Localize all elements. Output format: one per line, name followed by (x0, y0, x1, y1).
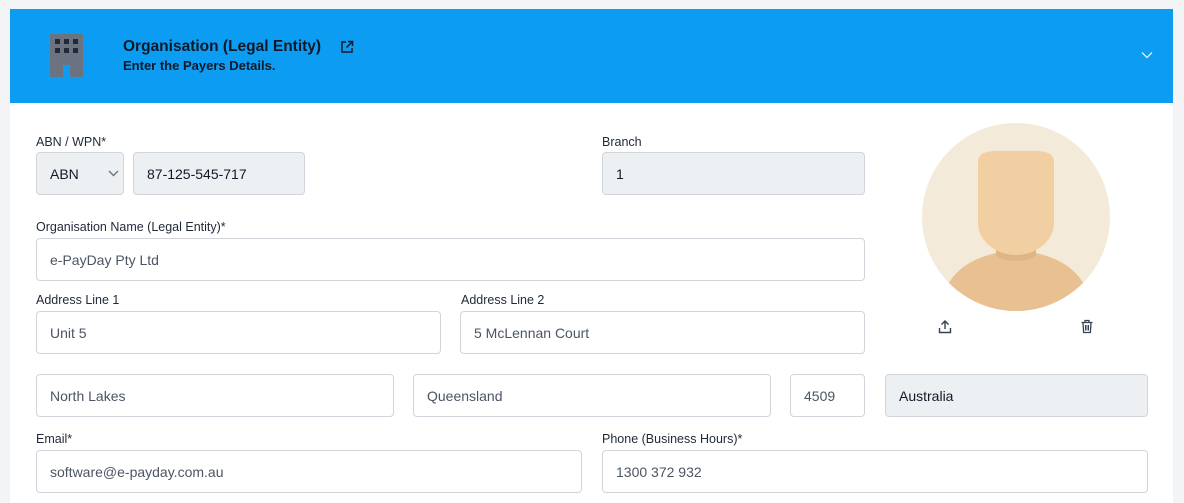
org-name-label: Organisation Name (Legal Entity)* (36, 220, 226, 234)
address-line2-field[interactable]: 5 McLennan Court (460, 311, 865, 354)
abn-type-select[interactable]: ABN (36, 152, 124, 195)
address-line2-label: Address Line 2 (461, 293, 545, 307)
phone-label: Phone (Business Hours)* (602, 432, 743, 446)
org-name-field[interactable]: e-PayDay Pty Ltd (36, 238, 865, 281)
building-icon (50, 34, 83, 77)
chevron-down-icon[interactable] (1141, 51, 1153, 59)
upload-icon[interactable] (938, 319, 952, 334)
branch-label: Branch (602, 135, 642, 149)
country-field[interactable]: Australia (885, 374, 1148, 417)
section-header[interactable]: Organisation (Legal Entity) Enter the Pa… (10, 9, 1173, 103)
avatar-placeholder-icon (940, 150, 1092, 311)
section-title: Organisation (Legal Entity) (123, 38, 322, 55)
organisation-panel: Organisation (Legal Entity) Enter the Pa… (10, 9, 1173, 503)
email-label: Email* (36, 432, 73, 446)
abn-wpn-label: ABN / WPN* (36, 135, 107, 149)
branch-field[interactable]: 1 (602, 152, 865, 195)
abn-type-value: ABN (50, 165, 79, 182)
section-subtitle: Enter the Payers Details. (123, 58, 276, 73)
external-link-icon[interactable] (340, 40, 354, 54)
email-field[interactable]: software@e-payday.com.au (36, 450, 582, 493)
city-field[interactable]: North Lakes (36, 374, 394, 417)
chevron-down-icon (108, 170, 119, 177)
address-line1-field[interactable]: Unit 5 (36, 311, 441, 354)
state-field[interactable]: Queensland (413, 374, 771, 417)
phone-field[interactable]: 1300 372 932 (602, 450, 1148, 493)
abn-number-field[interactable]: 87-125-545-717 (133, 152, 305, 195)
postcode-field[interactable]: 4509 (790, 374, 865, 417)
address-line1-label: Address Line 1 (36, 293, 120, 307)
trash-icon[interactable] (1080, 319, 1094, 334)
avatar (922, 123, 1110, 311)
